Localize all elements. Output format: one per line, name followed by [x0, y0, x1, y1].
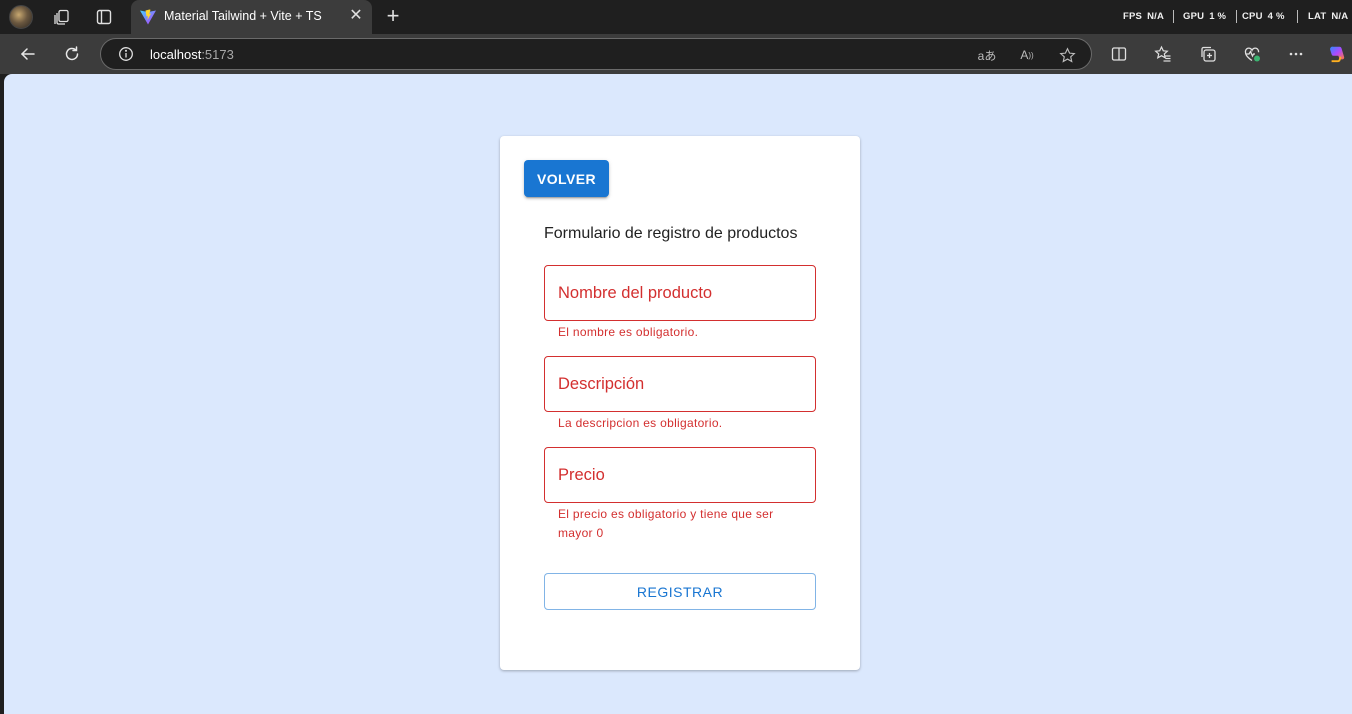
- product-name-error: El nombre es obligatorio.: [558, 325, 699, 339]
- divider: [1236, 10, 1237, 23]
- back-arrow-icon[interactable]: [17, 43, 39, 65]
- favorites-icon[interactable]: [1152, 43, 1174, 65]
- tab-title: Material Tailwind + Vite + TS: [164, 9, 322, 23]
- more-icon[interactable]: [1285, 43, 1307, 65]
- lat-indicator: LAT N/A: [1308, 11, 1349, 22]
- description-input[interactable]: [558, 375, 798, 394]
- tab-actions-icon[interactable]: [93, 6, 115, 28]
- price-error: El precio es obligatorio y tiene que ser…: [558, 507, 774, 540]
- address-bar[interactable]: localhost:5173 aあ A)): [100, 38, 1092, 70]
- price-input[interactable]: [558, 466, 798, 485]
- browser-essentials-icon[interactable]: [1241, 43, 1263, 65]
- browser-toolbar: localhost:5173 aあ A)): [0, 34, 1352, 74]
- split-screen-icon[interactable]: [1108, 43, 1130, 65]
- plus-icon[interactable]: +: [382, 5, 404, 27]
- cpu-indicator: CPU 4 %: [1242, 11, 1285, 22]
- back-button[interactable]: VOLVER: [524, 160, 609, 197]
- vite-favicon: [140, 9, 156, 25]
- form-card: VOLVER Formulario de registro de product…: [500, 136, 860, 670]
- workspaces-icon[interactable]: [51, 6, 73, 28]
- form-title: Formulario de registro de productos: [544, 225, 798, 242]
- favorite-star-icon[interactable]: [1057, 45, 1077, 65]
- close-icon[interactable]: ✕: [348, 8, 364, 24]
- active-tab[interactable]: Material Tailwind + Vite + TS ✕: [131, 0, 372, 34]
- price-field[interactable]: [544, 447, 816, 503]
- refresh-icon[interactable]: [61, 43, 83, 65]
- description-field[interactable]: [544, 356, 816, 412]
- product-name-input[interactable]: [558, 284, 798, 303]
- translate-icon[interactable]: aあ: [977, 45, 997, 65]
- profile-avatar[interactable]: [9, 5, 33, 29]
- divider: [1297, 10, 1298, 23]
- info-icon[interactable]: [118, 46, 134, 62]
- description-error: La descripcion es obligatorio.: [558, 416, 723, 430]
- divider: [1173, 10, 1174, 23]
- collections-icon[interactable]: [1197, 43, 1219, 65]
- product-name-field[interactable]: [544, 265, 816, 321]
- url-text[interactable]: localhost:5173: [150, 47, 234, 62]
- page-viewport: VOLVER Formulario de registro de product…: [4, 74, 1352, 714]
- register-button[interactable]: REGISTRAR: [544, 573, 816, 610]
- gpu-indicator: GPU 1 %: [1183, 11, 1227, 22]
- browser-tab-bar: Material Tailwind + Vite + TS ✕ + FPS N/A…: [0, 0, 1352, 34]
- fps-indicator: FPS N/A: [1123, 11, 1165, 22]
- read-aloud-icon[interactable]: A)): [1017, 45, 1037, 65]
- copilot-icon[interactable]: [1326, 43, 1348, 65]
